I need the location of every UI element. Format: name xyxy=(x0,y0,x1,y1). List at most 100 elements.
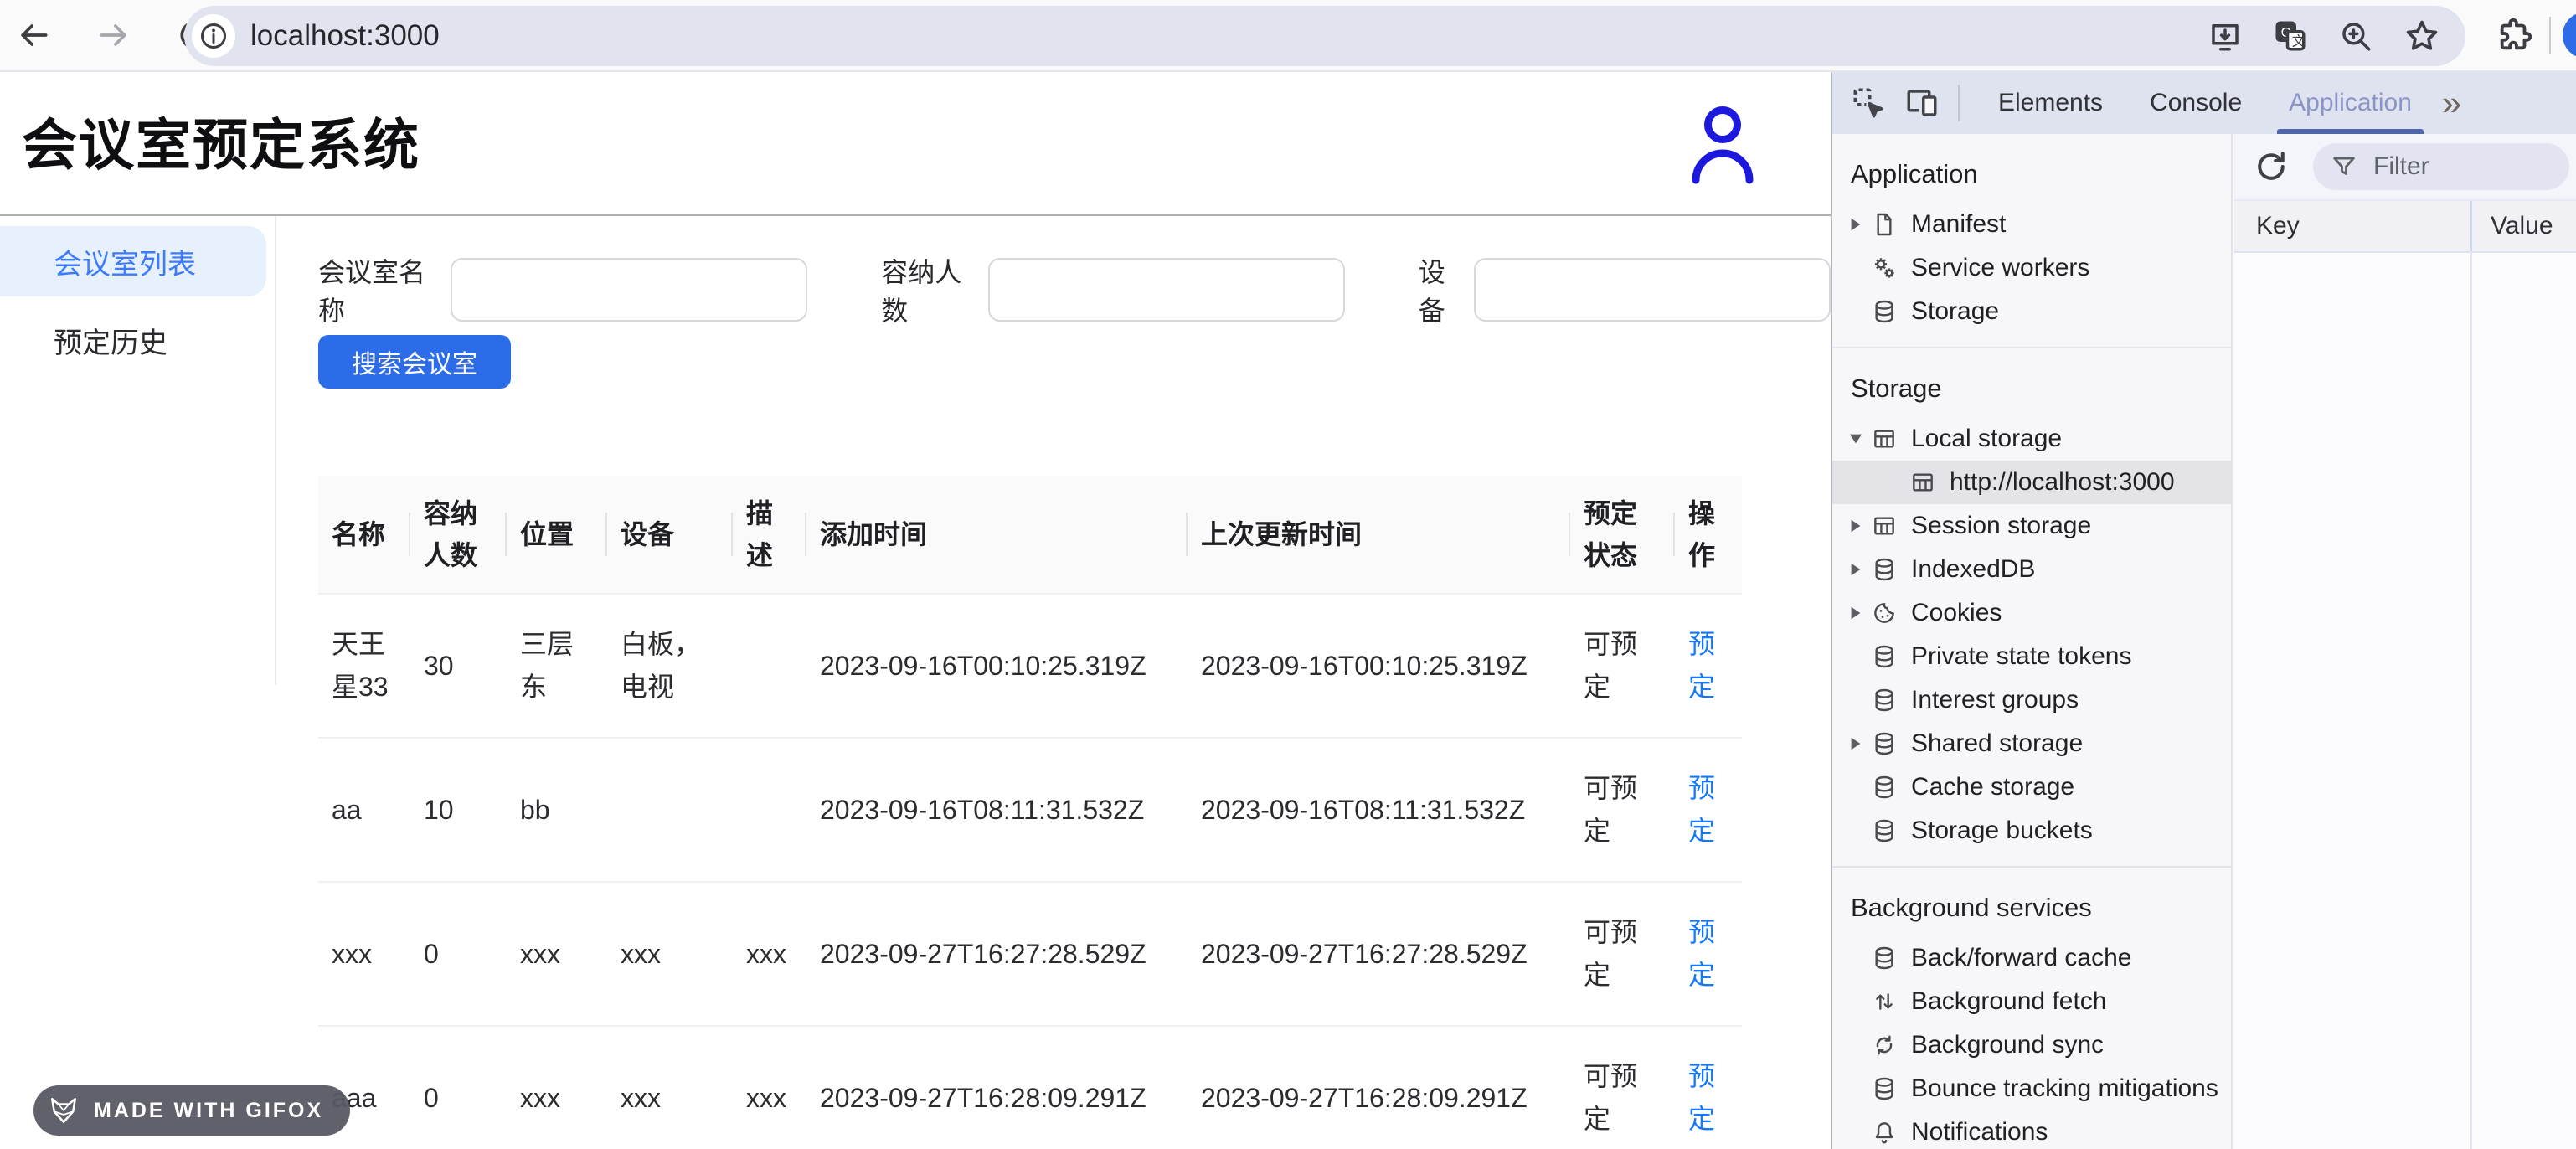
browser-toolbar: localhost:3000 G文 xyxy=(0,0,2576,72)
database-icon xyxy=(1871,730,1899,757)
tree-item-label: Storage xyxy=(1911,297,1999,326)
tree-item[interactable]: http://localhost:3000 xyxy=(1832,461,2231,504)
search-form: 会议室名称 容纳人数 设备 xyxy=(318,251,1831,328)
capacity-label: 容纳人数 xyxy=(881,251,976,328)
svg-text:文: 文 xyxy=(2292,33,2306,49)
table-cell: 0 xyxy=(410,883,507,1027)
inspect-cursor-icon[interactable] xyxy=(1851,85,1886,121)
extensions-puzzle-icon[interactable] xyxy=(2496,16,2534,54)
tabbar-separator xyxy=(1958,85,1960,121)
bookmark-star-icon[interactable] xyxy=(2403,18,2440,54)
table-cell: xxx xyxy=(318,883,410,1027)
more-tabs-icon[interactable]: » xyxy=(2442,83,2461,123)
equipment-label: 设备 xyxy=(1419,251,1462,328)
device-toolbar-icon[interactable] xyxy=(1904,85,1940,121)
value-column-header[interactable]: Value xyxy=(2472,212,2553,240)
table-cell xyxy=(733,595,806,739)
column-header: 添加时间 xyxy=(806,476,1188,595)
tree-item[interactable]: Background fetch xyxy=(1832,980,2231,1023)
tree-item[interactable]: Shared storage xyxy=(1832,722,2231,765)
table-cell: 30 xyxy=(410,595,507,739)
profile-avatar-icon[interactable] xyxy=(2563,12,2576,59)
book-room-link[interactable]: 预定 xyxy=(1688,773,1715,846)
tree-item[interactable]: Private state tokens xyxy=(1832,635,2231,678)
filter-box[interactable] xyxy=(2313,143,2569,190)
translate-icon[interactable]: G文 xyxy=(2273,18,2308,54)
table-cell: aa xyxy=(318,739,410,883)
sidebar-item[interactable]: 会议室列表 xyxy=(0,226,266,296)
refresh-icon[interactable] xyxy=(2253,148,2290,185)
tree-item[interactable]: IndexedDB xyxy=(1832,548,2231,591)
tree-item[interactable]: Service workers xyxy=(1832,246,2231,290)
chevron-right-icon[interactable] xyxy=(1844,562,1868,577)
table-cell: xxx xyxy=(733,883,806,1027)
tree-item[interactable]: Storage xyxy=(1832,290,2231,333)
capacity-input[interactable] xyxy=(988,258,1345,322)
back-arrow-icon[interactable] xyxy=(15,17,52,54)
table-cell: xxx xyxy=(607,1027,733,1149)
table-cell: 预定 xyxy=(1675,1027,1742,1149)
devtools-tab-elements[interactable]: Elements xyxy=(1975,72,2126,134)
tree-item[interactable]: Notifications xyxy=(1832,1110,2231,1149)
table-cell: 预定 xyxy=(1675,883,1742,1027)
chevron-right-icon[interactable] xyxy=(1844,605,1868,621)
sidebar: 会议室列表预定历史 xyxy=(0,216,276,685)
person-icon[interactable] xyxy=(1690,104,1755,184)
chevron-down-icon[interactable] xyxy=(1844,431,1868,446)
key-column-header[interactable]: Key xyxy=(2234,201,2472,251)
site-info-icon[interactable] xyxy=(192,14,235,58)
table-cell: 2023-09-27T16:27:28.529Z xyxy=(1188,883,1570,1027)
devtools-tab-console[interactable]: Console xyxy=(2126,72,2265,134)
rooms-table-body: 天王星3330三层东白板，电视2023-09-16T00:10:25.319Z2… xyxy=(318,595,1742,1149)
table-cell: 2023-09-16T08:11:31.532Z xyxy=(806,739,1188,883)
tree-item[interactable]: Session storage xyxy=(1832,504,2231,548)
tree-item[interactable]: Manifest xyxy=(1832,203,2231,246)
book-room-link[interactable]: 预定 xyxy=(1688,917,1715,990)
chevron-right-icon[interactable] xyxy=(1844,518,1868,533)
gifox-label: MADE WITH GIFOX xyxy=(94,1099,323,1123)
filter-input[interactable] xyxy=(2372,152,2553,182)
chevron-right-icon[interactable] xyxy=(1844,217,1868,232)
url-text[interactable]: localhost:3000 xyxy=(250,19,440,53)
table-cell: 可预定 xyxy=(1570,739,1675,883)
database-icon xyxy=(1871,774,1899,801)
tree-section-divider xyxy=(1832,347,2231,348)
sidebar-item[interactable]: 预定历史 xyxy=(0,305,275,375)
devtools-tab-application[interactable]: Application xyxy=(2265,72,2435,134)
tree-item[interactable]: Cache storage xyxy=(1832,765,2231,809)
tree-item[interactable]: Background sync xyxy=(1832,1023,2231,1067)
table-cell: 2023-09-27T16:28:09.291Z xyxy=(806,1027,1188,1149)
tree-item[interactable]: Interest groups xyxy=(1832,678,2231,722)
table-row: 天王星3330三层东白板，电视2023-09-16T00:10:25.319Z2… xyxy=(318,595,1742,739)
devtools-tabbar: ElementsConsoleApplication » xyxy=(1832,72,2576,134)
tree-item[interactable]: Storage buckets xyxy=(1832,809,2231,853)
search-rooms-button[interactable]: 搜索会议室 xyxy=(318,335,511,389)
room-name-input[interactable] xyxy=(451,258,807,322)
chevron-right-icon[interactable] xyxy=(1844,736,1868,751)
tree-item[interactable]: Local storage xyxy=(1832,417,2231,461)
address-bar[interactable]: localhost:3000 G文 xyxy=(184,6,2465,66)
table-cell: 预定 xyxy=(1675,739,1742,883)
table-header-row: 名称容纳人数位置设备描述添加时间上次更新时间预定状态操作 xyxy=(318,476,1742,595)
table-cell xyxy=(733,739,806,883)
table-row: aaa0xxxxxxxxx2023-09-27T16:28:09.291Z202… xyxy=(318,1027,1742,1149)
column-header: 容纳人数 xyxy=(410,476,507,595)
column-header: 操作 xyxy=(1675,476,1742,595)
tree-item[interactable]: Back/forward cache xyxy=(1832,936,2231,980)
tree-item-label: Cache storage xyxy=(1911,773,2074,801)
zoom-in-icon[interactable] xyxy=(2338,18,2373,54)
tree-item-label: Storage buckets xyxy=(1911,817,2093,845)
book-room-link[interactable]: 预定 xyxy=(1688,629,1715,702)
tree-item[interactable]: Cookies xyxy=(1832,591,2231,635)
install-page-icon[interactable] xyxy=(2208,18,2243,54)
search-field-equipment: 设备 xyxy=(1419,251,1831,328)
table-cell: 2023-09-27T16:28:09.291Z xyxy=(1188,1027,1570,1149)
book-room-link[interactable]: 预定 xyxy=(1688,1061,1715,1134)
kv-table-body[interactable] xyxy=(2234,251,2576,1149)
table-cell: 10 xyxy=(410,739,507,883)
equipment-input[interactable] xyxy=(1474,258,1831,322)
tree-item[interactable]: Bounce tracking mitigations xyxy=(1832,1067,2231,1110)
kv-table-header: Key Value xyxy=(2234,201,2576,253)
tree-item-label: Session storage xyxy=(1911,512,2091,540)
tree-item-label: http://localhost:3000 xyxy=(1950,468,2175,497)
